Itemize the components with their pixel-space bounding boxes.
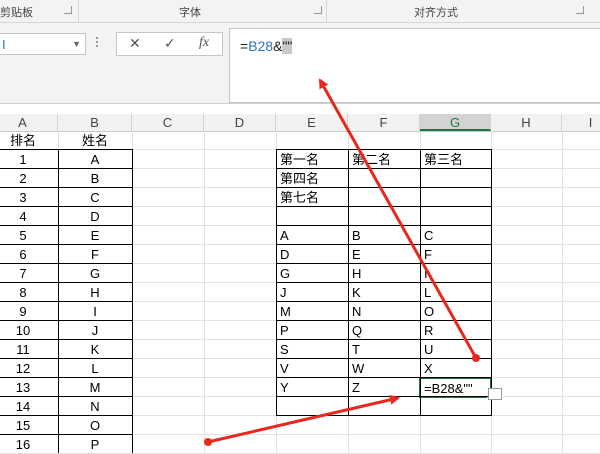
- annotation-arrows: [204, 78, 480, 446]
- arrow-to-formula-bar: [318, 78, 478, 359]
- arrow-start-dot: [204, 438, 212, 446]
- arrow-start-dot: [472, 354, 480, 362]
- arrow-to-active-cell: [207, 394, 400, 444]
